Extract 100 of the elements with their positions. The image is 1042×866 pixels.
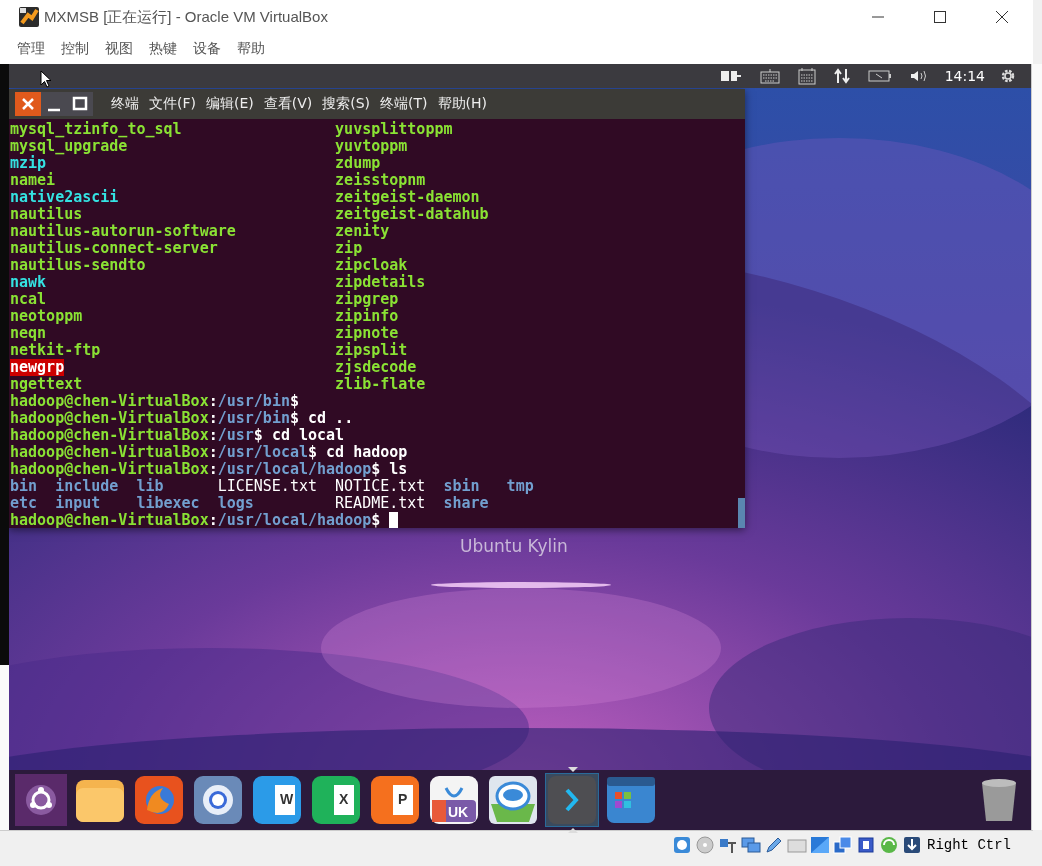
file-name: bin <box>10 478 38 495</box>
dock-item[interactable]: X <box>309 773 363 827</box>
command-line: hadoop@chen-VirtualBox:/usr$ cd local <box>10 427 345 444</box>
file-name: mysql_upgrade <box>10 138 128 155</box>
dash-icon <box>15 774 67 826</box>
app-title: 终端 <box>111 95 139 113</box>
icon-label: W <box>280 791 294 807</box>
shopping-bag-icon <box>428 774 480 826</box>
file-name: zipnote <box>335 325 399 342</box>
menu-item[interactable]: 帮助 <box>237 40 265 58</box>
screen-icon[interactable] <box>810 834 830 855</box>
icon-label: X <box>339 791 349 807</box>
dock-item[interactable]: UK <box>427 773 481 827</box>
document-icon <box>251 774 303 826</box>
command-line: hadoop@chen-VirtualBox:/usr/local$ cd hadoop <box>10 444 408 461</box>
file-name: nawk <box>10 274 47 291</box>
file-name: input <box>55 495 101 512</box>
terminal-icon <box>546 774 598 826</box>
file-name: logs <box>217 495 254 512</box>
dock-item[interactable]: P <box>368 773 422 827</box>
calendar-icon[interactable] <box>797 67 816 85</box>
file-name: zipinfo <box>335 308 399 325</box>
download-icon[interactable] <box>902 834 922 855</box>
file-name: newgrp <box>10 359 65 376</box>
command-line: hadoop@chen-VirtualBox:/usr/bin$ <box>10 393 299 410</box>
file-name: etc <box>10 495 38 512</box>
file-name: zeitgeist-datahub <box>335 206 489 223</box>
plug-icon[interactable] <box>719 69 742 83</box>
globe-icon <box>192 774 244 826</box>
file-name: mysql_tzinfo_to_sql <box>10 121 182 138</box>
file-name: nautilus-connect-server <box>10 240 218 257</box>
menu-item[interactable]: 终端(T) <box>380 95 428 113</box>
mouse-pointer-icon <box>40 70 52 88</box>
file-name: share <box>443 495 489 512</box>
menu-item[interactable]: 文件(F) <box>149 95 196 113</box>
transfer-arrows-icon[interactable] <box>833 68 850 84</box>
dock-item[interactable] <box>191 773 245 827</box>
icon-label: P <box>398 791 408 807</box>
menu-item[interactable]: 设备 <box>193 40 221 58</box>
file-name: yuvtoppm <box>335 138 408 155</box>
dock-item[interactable]: W <box>250 773 304 827</box>
file-name: zenity <box>335 223 390 240</box>
scrollbar-thumb[interactable] <box>738 498 745 528</box>
file-name: include <box>55 478 119 495</box>
file-name: namei <box>10 172 56 189</box>
maximize-icon[interactable] <box>933 10 947 24</box>
dock-item[interactable] <box>14 773 68 827</box>
file-name: native2ascii <box>10 189 119 206</box>
file-name: NOTICE.txt <box>335 478 426 495</box>
icon-label: UK <box>448 804 469 820</box>
dock-item[interactable] <box>486 773 540 827</box>
dock-item[interactable] <box>132 773 186 827</box>
file-name: ncal <box>10 291 47 308</box>
host-key: Right Ctrl <box>927 836 1011 853</box>
menu-item[interactable]: 视图 <box>105 40 133 58</box>
menu-item[interactable]: 管理 <box>17 40 45 58</box>
monitors-icon[interactable] <box>741 834 761 855</box>
chip-icon[interactable] <box>856 834 876 855</box>
menu-item[interactable]: 帮助(H) <box>437 95 487 113</box>
file-name: zipgrep <box>335 291 399 308</box>
command-line: hadoop@chen-VirtualBox:/usr/local/hadoop$ <box>10 512 399 529</box>
close-icon[interactable] <box>995 10 1009 24</box>
menu-item[interactable]: 编辑(E) <box>205 95 254 113</box>
app-logo-icon <box>18 6 40 28</box>
menu-item[interactable]: 查看(V) <box>263 95 313 113</box>
file-name: nautilus-sendto <box>10 257 146 274</box>
menu-item[interactable]: 搜索(S) <box>322 95 371 113</box>
clock: 14:14 <box>944 68 985 84</box>
file-name: zdump <box>335 155 381 172</box>
keyboard-icon[interactable] <box>759 68 780 84</box>
file-name: zipcloak <box>335 257 408 274</box>
file-name: zlib-flate <box>335 376 426 393</box>
indicator-icon <box>568 767 578 772</box>
trash-icon[interactable] <box>979 777 1019 823</box>
windows-icon[interactable] <box>833 834 853 855</box>
menu-item[interactable]: 热键 <box>149 40 177 58</box>
command-line: hadoop@chen-VirtualBox:/usr/local/hadoop$ ls <box>10 461 408 478</box>
spreadsheet-icon <box>310 774 362 826</box>
file-name: nautilus-autorun-software <box>10 223 236 240</box>
command-line: hadoop@chen-VirtualBox:/usr/bin$ cd .. <box>10 410 354 427</box>
window-title: MXMSB [正在运行] - Oracle VM VirtualBox <box>44 7 328 27</box>
file-name: neqn <box>10 325 47 342</box>
file-name: yuvsplittoppm <box>335 121 453 138</box>
file-name: zip <box>335 240 363 257</box>
desktop-label: Ubuntu Kylin <box>460 536 568 556</box>
fox-globe-icon <box>133 774 185 826</box>
file-name: README.txt <box>335 495 426 512</box>
menu-item[interactable]: 控制 <box>61 40 89 58</box>
file-name: zeisstopnm <box>335 172 426 189</box>
file-name: mzip <box>10 155 47 172</box>
file-name: lib <box>136 478 164 495</box>
app-grid-icon <box>605 774 657 826</box>
battery-icon[interactable] <box>867 69 892 83</box>
file-name: netkit-ftp <box>10 342 101 359</box>
file-name: nautilus <box>10 206 83 223</box>
file-name: tmp <box>506 478 534 495</box>
settings-icon[interactable] <box>1000 68 1016 84</box>
presentation-icon <box>369 774 421 826</box>
file-name: ngettext <box>10 376 83 393</box>
file-name: zipsplit <box>335 342 408 359</box>
